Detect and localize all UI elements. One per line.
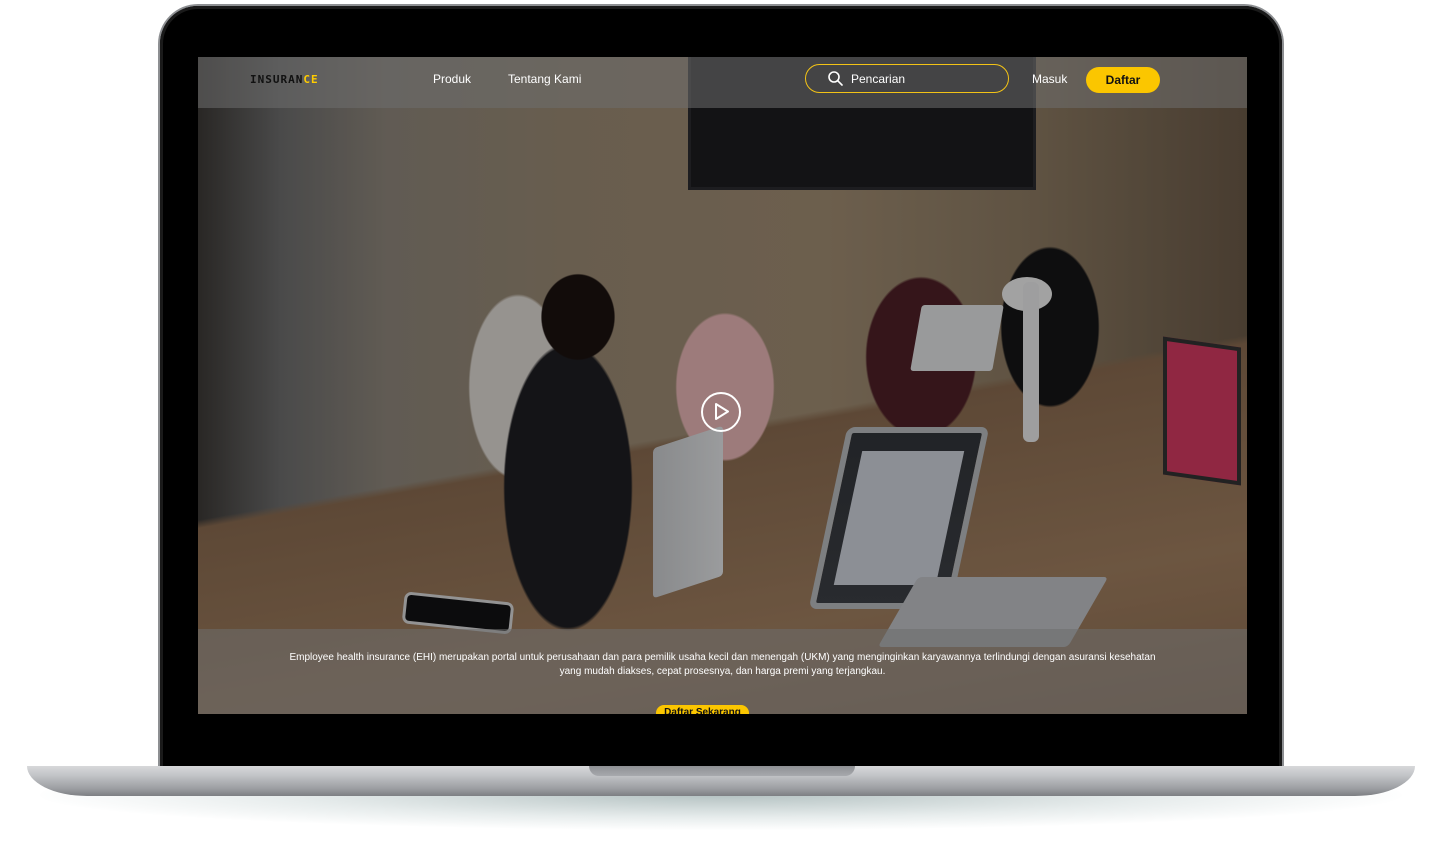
- logo-text-primary: INSURAN: [250, 73, 304, 86]
- login-link[interactable]: Masuk: [1032, 72, 1067, 86]
- play-icon: [715, 403, 729, 420]
- hero-caption-band: Employee health insurance (EHI) merupaka…: [198, 629, 1247, 714]
- navbar: INSURANCE Produk Tentang Kami Masuk Daft…: [198, 57, 1247, 108]
- photo-dim-overlay: [198, 57, 1247, 714]
- laptop-mockup: INSURANCE Produk Tentang Kami Masuk Daft…: [0, 0, 1442, 846]
- logo-text-accent: CE: [303, 73, 319, 86]
- search-icon: [828, 71, 843, 86]
- register-button[interactable]: Daftar: [1086, 67, 1160, 93]
- video-play-button[interactable]: [701, 392, 741, 432]
- nav-item-produk[interactable]: Produk: [433, 72, 471, 86]
- laptop-base-notch: [589, 766, 855, 776]
- brand-logo[interactable]: INSURANCE: [250, 73, 319, 86]
- hero-caption: Employee health insurance (EHI) merupaka…: [289, 652, 1156, 677]
- search-bar[interactable]: [805, 64, 1009, 93]
- website-screen: INSURANCE Produk Tentang Kami Masuk Daft…: [198, 57, 1247, 714]
- nav-item-tentang-kami[interactable]: Tentang Kami: [508, 72, 581, 86]
- cta-register-button[interactable]: Daftar Sekarang: [656, 705, 749, 714]
- search-input[interactable]: [851, 70, 1001, 87]
